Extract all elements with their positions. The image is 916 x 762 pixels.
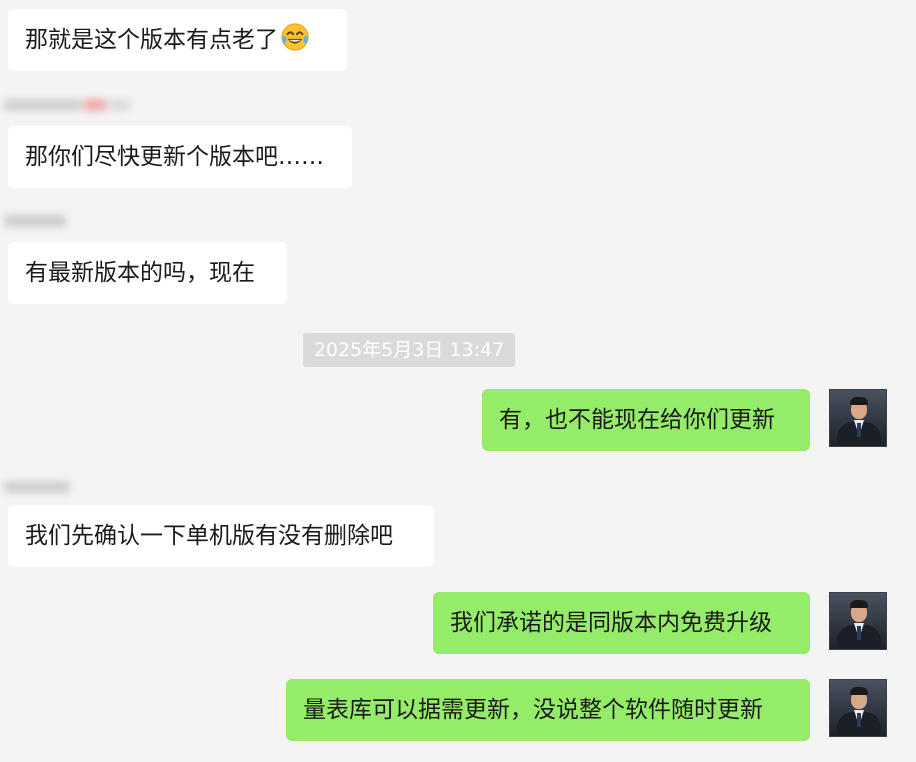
- message-text: 有最新版本的吗，现在: [25, 260, 255, 286]
- message-timestamp: 2025年5月3日 13:47: [303, 333, 515, 367]
- message-text: 那你们尽快更新个版本吧……: [25, 144, 324, 170]
- incoming-message-bubble[interactable]: 那你们尽快更新个版本吧……: [8, 126, 352, 188]
- incoming-message-bubble[interactable]: 我们先确认一下单机版有没有删除吧: [8, 505, 434, 567]
- incoming-message-bubble[interactable]: 那就是这个版本有点老了: [8, 9, 347, 71]
- avatar[interactable]: [829, 679, 887, 737]
- message-text: 我们承诺的是同版本内免费升级: [450, 610, 772, 636]
- outgoing-message-bubble[interactable]: 量表库可以据需更新，没说整个软件随时更新: [286, 679, 810, 741]
- sender-name-blurred: [0, 212, 80, 230]
- outgoing-message-bubble[interactable]: 有，也不能现在给你们更新: [482, 389, 810, 451]
- outgoing-message-bubble[interactable]: 我们承诺的是同版本内免费升级: [433, 592, 810, 654]
- avatar[interactable]: [829, 592, 887, 650]
- sender-name-blurred: [0, 96, 140, 114]
- message-text: 量表库可以据需更新，没说整个软件随时更新: [303, 697, 763, 723]
- chat-message-list[interactable]: 那就是这个版本有点老了 那你们尽快更新个版本吧…… 有最新版本的吗，现在 202…: [0, 0, 916, 762]
- message-text: 我们先确认一下单机版有没有删除吧: [25, 523, 393, 549]
- avatar[interactable]: [829, 389, 887, 447]
- face-with-tears-of-joy-icon: [281, 23, 309, 51]
- sender-name-blurred: [0, 478, 80, 496]
- incoming-message-bubble[interactable]: 有最新版本的吗，现在: [8, 242, 287, 304]
- message-text: 那就是这个版本有点老了: [25, 27, 278, 53]
- message-text: 有，也不能现在给你们更新: [499, 407, 775, 433]
